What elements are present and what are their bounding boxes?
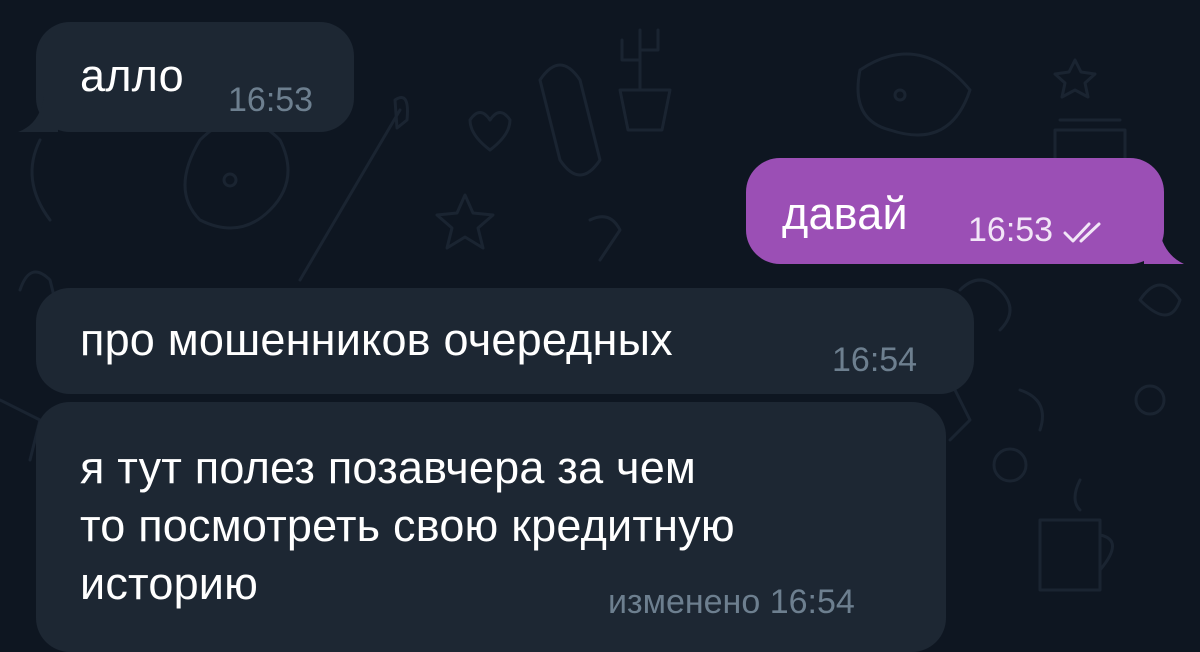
message-text: про мошенников очередных — [80, 314, 673, 365]
message-text: давай — [782, 188, 908, 239]
bubble-tail-incoming — [18, 96, 58, 132]
message-bubble-incoming[interactable]: алло 16:53 — [36, 22, 354, 132]
bubble-tail-outgoing — [1144, 224, 1184, 264]
message-bubble-incoming[interactable]: я тут полез позавчера за чем то посмотре… — [36, 402, 946, 652]
message-text-line: историю — [80, 558, 259, 609]
message-text: алло — [80, 50, 184, 101]
message-text-line: то посмотреть свою кредитную — [80, 500, 735, 551]
message-edited-meta: изменено 16:54 — [608, 582, 855, 622]
message-time-value: 16:53 — [968, 211, 1054, 249]
message-time: 16:54 — [832, 341, 918, 379]
edited-label: изменено — [608, 583, 761, 621]
message-text-line: я тут полез позавчера за чем — [80, 442, 697, 493]
message-time: 16:54 — [769, 583, 855, 621]
message-time: 16:53 — [968, 210, 1109, 250]
double-check-icon — [1063, 222, 1101, 243]
message-time: 16:53 — [228, 81, 314, 119]
message-bubble-outgoing[interactable]: давай 16:53 — [746, 158, 1164, 264]
message-bubble-incoming[interactable]: про мошенников очередных 16:54 — [36, 288, 974, 394]
